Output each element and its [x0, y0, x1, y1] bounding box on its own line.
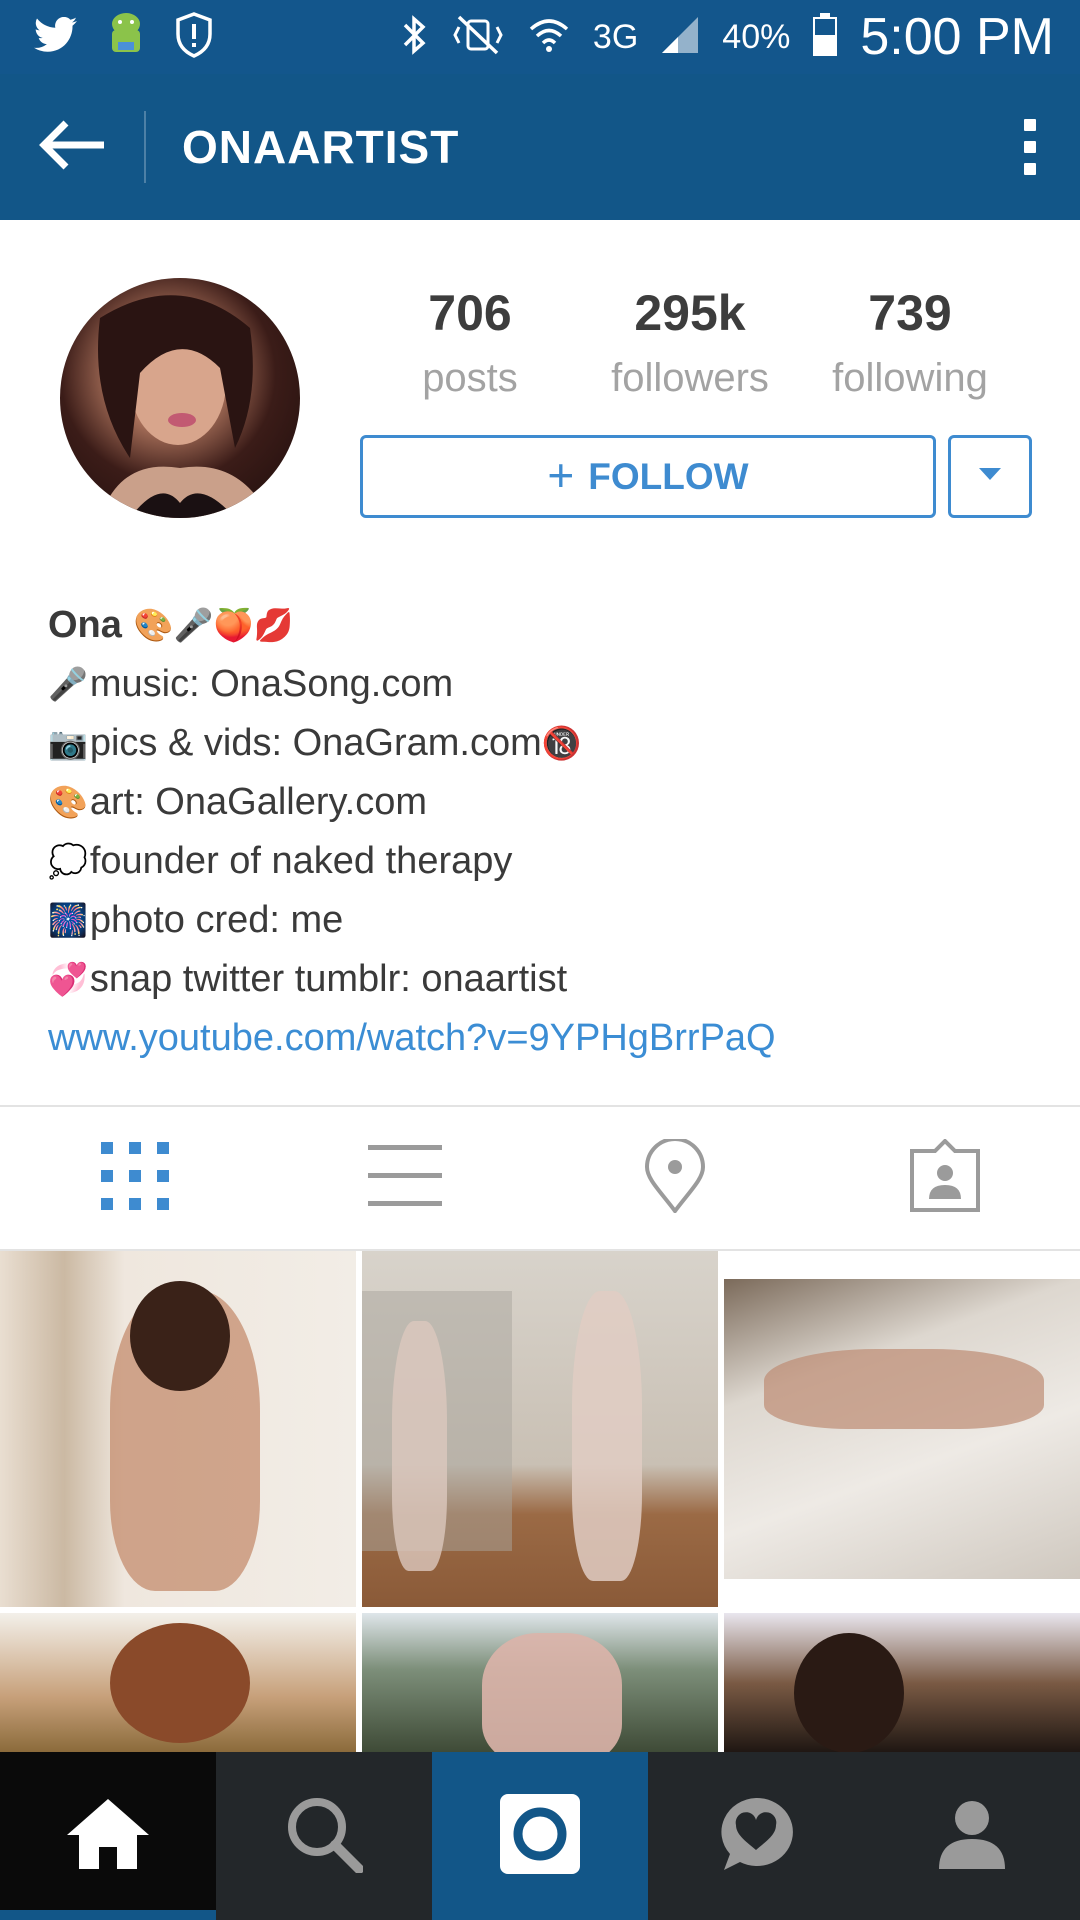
- avatar[interactable]: [60, 278, 300, 518]
- camera-emoji: 📷: [48, 725, 88, 761]
- wifi-icon: [527, 13, 571, 62]
- microphone-emoji: 🎤: [48, 666, 88, 702]
- photo-thumbnail[interactable]: [724, 1613, 1080, 1753]
- following-label: following: [832, 356, 988, 400]
- location-pin-icon: [644, 1136, 706, 1218]
- app-bar-divider: [144, 111, 146, 183]
- bio-line-text: snap twitter tumblr: onaartist: [89, 958, 568, 1000]
- profile-stats: 706 posts 295k followers 739 following: [360, 284, 1020, 401]
- photo-thumbnail[interactable]: [362, 1251, 718, 1607]
- age-restriction-emoji: 🔞: [541, 725, 582, 761]
- overflow-menu-button[interactable]: [980, 74, 1080, 220]
- followers-label: followers: [611, 356, 769, 400]
- tab-list-view[interactable]: [270, 1107, 540, 1249]
- photo-thumbnail[interactable]: [0, 1613, 356, 1753]
- follow-button[interactable]: + FOLLOW: [360, 435, 936, 518]
- bio-line-text: founder of naked therapy: [89, 840, 513, 882]
- bio-line: 🎨 art: OnaGallery.com: [48, 773, 1048, 832]
- following-count: 739: [868, 285, 952, 341]
- tagged-user-icon: [909, 1137, 981, 1218]
- vibrate-mute-icon: [451, 13, 505, 62]
- plus-icon: +: [547, 448, 575, 501]
- profile-bio: Ona 🎨🎤🍑💋 🎤 music: OnaSong.com 📷 pics & v…: [48, 596, 1048, 1068]
- following-stat[interactable]: 739 following: [800, 284, 1020, 401]
- clock: 5:00 PM: [860, 8, 1054, 66]
- name-emojis: 🎨🎤🍑💋: [133, 607, 294, 643]
- bio-name-line: Ona 🎨🎤🍑💋: [48, 596, 1048, 655]
- photo-thumbnail[interactable]: [0, 1251, 356, 1607]
- bio-line: 🎤 music: OnaSong.com: [48, 655, 1048, 714]
- profile-view-tabs: [0, 1107, 1080, 1249]
- grid-icon: [101, 1141, 169, 1215]
- list-icon: [368, 1144, 442, 1212]
- instagram-profile-screen: 3G 40% 5:00 PM ONAARTIST 706 posts 295k …: [0, 0, 1080, 1920]
- back-button[interactable]: [0, 74, 144, 220]
- tab-photo-map[interactable]: [540, 1107, 810, 1249]
- photo-thumbnail[interactable]: [724, 1279, 1080, 1579]
- tab-grid-view[interactable]: [0, 1107, 270, 1249]
- bio-line: 🎆 photo cred: me: [48, 891, 1048, 950]
- hearts-emoji: 💞: [48, 961, 88, 997]
- thought-bubble-emoji: 💭: [48, 843, 88, 879]
- followers-stat[interactable]: 295k followers: [580, 284, 800, 401]
- fireworks-emoji: 🎆: [48, 902, 88, 938]
- caret-down-icon: [977, 466, 1003, 487]
- profile-person-icon: [937, 1799, 1007, 1874]
- suggested-users-dropdown-button[interactable]: [948, 435, 1032, 518]
- network-type-label: 3G: [592, 17, 639, 56]
- posts-count: 706: [428, 285, 512, 341]
- app-bar: ONAARTIST: [0, 74, 1080, 220]
- bio-line: 📷 pics & vids: OnaGram.com 🔞: [48, 714, 1048, 773]
- android-icon: [106, 10, 146, 65]
- shield-alert-icon: [174, 11, 214, 63]
- photo-grid: [0, 1251, 1080, 1753]
- more-vertical-icon: [1024, 119, 1036, 131]
- bio-line-text: photo cred: me: [89, 899, 344, 941]
- battery-percent: 40%: [722, 17, 791, 56]
- signal-icon: [660, 15, 700, 60]
- nav-home[interactable]: [0, 1752, 216, 1920]
- nav-activity[interactable]: [648, 1752, 864, 1920]
- activity-heart-bubble-icon: [716, 1794, 796, 1879]
- profile-username-title: ONAARTIST: [182, 121, 460, 173]
- posts-stat[interactable]: 706 posts: [360, 284, 580, 401]
- bio-line-text: art: OnaGallery.com: [89, 781, 428, 823]
- battery-icon: [812, 12, 838, 62]
- search-icon: [285, 1795, 364, 1878]
- home-icon: [65, 1797, 151, 1876]
- twitter-icon: [34, 16, 78, 58]
- nav-profile[interactable]: [864, 1752, 1080, 1920]
- tab-tagged-photos[interactable]: [810, 1107, 1080, 1249]
- bio-website-link[interactable]: www.youtube.com/watch?v=9YPHgBrrPaQ: [48, 1009, 1048, 1068]
- display-name: Ona: [48, 604, 122, 646]
- follow-button-label: FOLLOW: [588, 455, 749, 497]
- posts-label: posts: [422, 356, 518, 400]
- bottom-navigation: [0, 1752, 1080, 1920]
- followers-count: 295k: [634, 285, 746, 341]
- arrow-left-icon: [36, 117, 108, 178]
- camera-icon: [500, 1793, 580, 1879]
- bio-line: 💭 founder of naked therapy: [48, 832, 1048, 891]
- bio-line-text: pics & vids: OnaGram.com: [89, 722, 542, 764]
- nav-camera[interactable]: [432, 1752, 648, 1920]
- status-bar: 3G 40% 5:00 PM: [0, 0, 1080, 74]
- nav-search[interactable]: [216, 1752, 432, 1920]
- photo-thumbnail[interactable]: [362, 1613, 718, 1753]
- bio-line: 💞 snap twitter tumblr: onaartist: [48, 950, 1048, 1009]
- bio-line-text: music: OnaSong.com: [89, 663, 454, 705]
- bluetooth-icon: [401, 13, 429, 62]
- palette-emoji: 🎨: [48, 784, 88, 820]
